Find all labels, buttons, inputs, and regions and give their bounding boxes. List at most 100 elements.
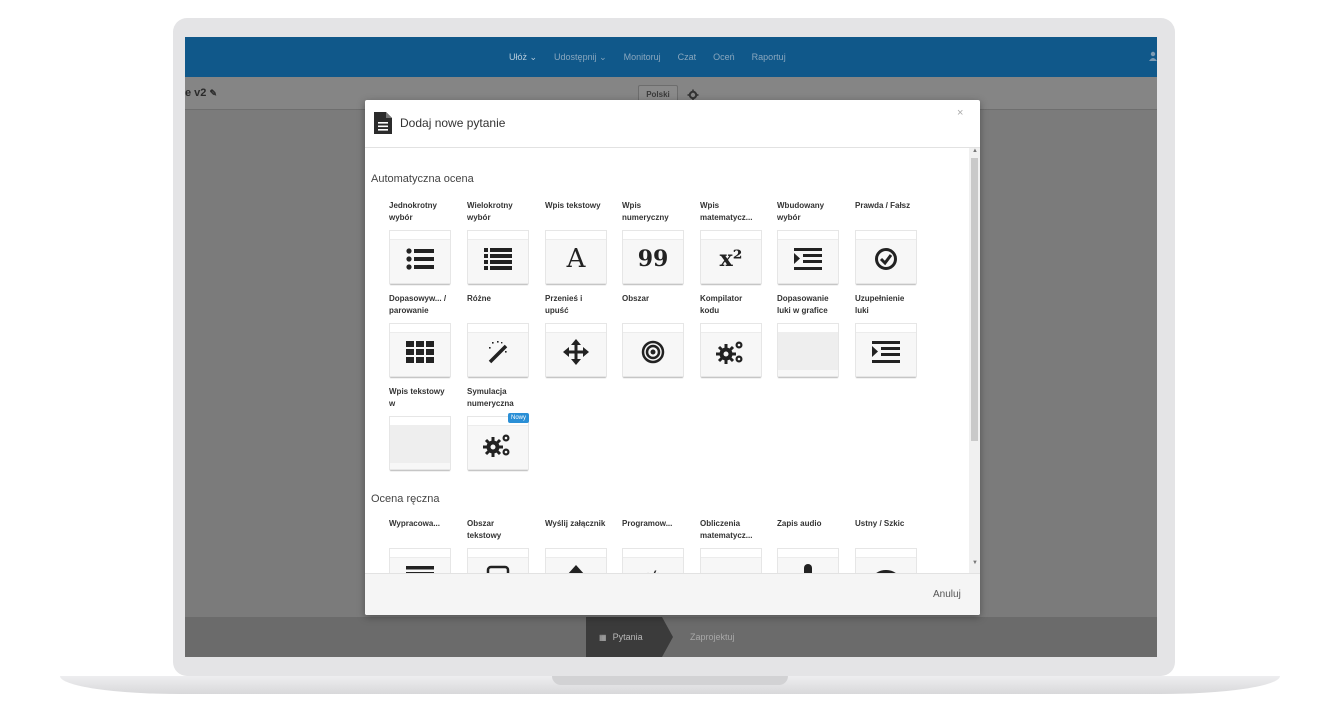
user-icon[interactable] xyxy=(1149,51,1157,61)
step-arrow xyxy=(662,617,673,657)
qtype-matching[interactable]: Dopasowyw... / parowanie xyxy=(389,293,451,377)
qtype-code-compiler[interactable]: Kompilator kodu xyxy=(700,293,762,377)
qtype-label: Programow... xyxy=(622,519,673,528)
qtype-label: Wpis tekstowy xyxy=(545,201,601,210)
nav-item-chat[interactable]: Czat xyxy=(678,52,697,62)
qtype-oral-sketch[interactable]: Ustny / Szkic xyxy=(855,518,917,573)
move-arrows-icon xyxy=(560,337,592,367)
modal-scrollbar[interactable]: ▲ ▼ xyxy=(969,148,980,573)
indent-icon xyxy=(870,337,902,367)
qtype-card[interactable]: Nowy xyxy=(467,413,530,470)
qtype-card[interactable] xyxy=(777,548,839,573)
qtype-single-choice[interactable]: Jednokrotny wybór xyxy=(389,200,451,284)
target-icon xyxy=(637,337,669,367)
qtype-label: Wypracowa... xyxy=(389,519,440,528)
qtype-programming[interactable]: Programow... </> xyxy=(622,518,684,573)
modal-header: Dodaj nowe pytanie × xyxy=(365,100,980,148)
cancel-button[interactable]: Anuluj xyxy=(933,589,961,600)
scroll-thumb[interactable] xyxy=(971,158,978,441)
add-question-modal: Dodaj nowe pytanie × Automatyczna ocena … xyxy=(365,100,980,615)
qtype-label: Obszar xyxy=(622,294,650,303)
qtype-card[interactable] xyxy=(389,230,451,284)
main-nav: Ułóż ⌄ Udostępnij ⌄ Monitoruj Czat Oceń … xyxy=(509,37,786,77)
list-bullets-icon xyxy=(404,244,436,274)
qtype-card[interactable] xyxy=(467,323,529,377)
modal-body: Automatyczna ocena Jednokrotny wybór Wie… xyxy=(365,148,969,573)
grid-icon xyxy=(404,337,436,367)
qtype-multiple-choice[interactable]: Wielokrotny wybór xyxy=(467,200,529,284)
step-design[interactable]: Zaprojektuj xyxy=(690,617,735,657)
modal-title: Dodaj nowe pytanie xyxy=(400,116,506,130)
qtype-label: Kompilator kodu xyxy=(700,294,743,315)
qtype-card[interactable]: </> xyxy=(622,548,684,573)
scroll-down-arrow-icon[interactable]: ▼ xyxy=(972,560,978,566)
new-badge: Nowy xyxy=(508,413,530,423)
qtype-label: Symulacja numeryczna xyxy=(467,387,514,408)
qtype-numeric-simulation[interactable]: Symulacja numeryczna Nowy xyxy=(467,386,530,470)
qtype-card[interactable] xyxy=(855,323,917,377)
qtype-math-entry[interactable]: Wpis matematycz... x² xyxy=(700,200,762,284)
qtype-card[interactable] xyxy=(545,323,607,377)
qtype-card[interactable] xyxy=(855,548,917,573)
step-questions[interactable]: ▦ Pytania xyxy=(586,617,662,657)
qtype-numeric-entry[interactable]: Wpis numeryczny 99 xyxy=(622,200,684,284)
qtype-image-gap-match[interactable]: Dopasowanie luki w grafice xyxy=(777,293,839,377)
magic-wand-icon xyxy=(482,337,514,367)
qtype-text-entry[interactable]: Wpis tekstowy A xyxy=(545,200,607,284)
qtype-card[interactable]: x xyxy=(700,548,762,573)
qtype-label: Wpis tekstowy w xyxy=(389,387,445,408)
x-squared-icon: x² xyxy=(719,246,743,272)
qtype-card[interactable] xyxy=(777,323,839,377)
qtype-true-false[interactable]: Prawda / Fałsz xyxy=(855,200,917,284)
qtype-label: Dopasowanie luki w grafice xyxy=(777,294,829,315)
qtype-gap-fill[interactable]: Uzupełnienie luki xyxy=(855,293,917,377)
qtype-card[interactable] xyxy=(389,416,451,470)
section-manual-title: Ocena ręczna xyxy=(371,493,440,505)
nav-item-compose[interactable]: Ułóż ⌄ xyxy=(509,52,537,63)
qtype-label: Uzupełnienie luki xyxy=(855,294,905,315)
qtype-file-upload[interactable]: Wyślij załącznik xyxy=(545,518,607,573)
qtype-essay[interactable]: Wypracowa... xyxy=(389,518,451,573)
qtype-drag-drop[interactable]: Przenieś i upuść xyxy=(545,293,607,377)
qtype-text-area[interactable]: Obszar tekstowy xyxy=(467,518,529,573)
qtype-label: Obliczenia matematycz... xyxy=(700,519,753,540)
qtype-card[interactable] xyxy=(389,548,451,573)
nav-item-monitor[interactable]: Monitoruj xyxy=(624,52,661,62)
edit-pencil-icon[interactable]: ✎ xyxy=(209,88,217,98)
qtype-label: Dopasowyw... / parowanie xyxy=(389,294,447,315)
qtype-card[interactable] xyxy=(467,548,529,573)
qtype-inline-choice[interactable]: Wbudowany wybór xyxy=(777,200,839,284)
section-auto-title: Automatyczna ocena xyxy=(371,173,474,185)
upload-icon xyxy=(560,562,592,573)
nav-item-report[interactable]: Raportuj xyxy=(752,52,786,62)
laptop-notch xyxy=(552,676,788,685)
qtype-card[interactable] xyxy=(467,230,529,284)
paragraph-icon xyxy=(404,562,436,573)
document-icon xyxy=(374,112,392,134)
qtype-card[interactable] xyxy=(389,323,451,377)
qtype-label: Ustny / Szkic xyxy=(855,519,905,528)
qtype-audio-recording[interactable]: Zapis audio xyxy=(777,518,839,573)
letter-a-icon: A xyxy=(566,244,586,274)
qtype-card[interactable] xyxy=(777,230,839,284)
qtype-text-in-image[interactable]: Wpis tekstowy w xyxy=(389,386,451,470)
qtype-card[interactable] xyxy=(700,323,762,377)
qtype-card[interactable]: 99 xyxy=(622,230,684,284)
qtype-card[interactable]: x² xyxy=(700,230,762,284)
qtype-card[interactable] xyxy=(545,548,607,573)
qtype-hotspot[interactable]: Obszar xyxy=(622,293,684,377)
qtype-card[interactable] xyxy=(622,323,684,377)
qtype-misc[interactable]: Różne xyxy=(467,293,529,377)
scroll-up-arrow-icon[interactable]: ▲ xyxy=(972,148,978,154)
qtype-card[interactable] xyxy=(855,230,917,284)
step-questions-label: Pytania xyxy=(612,632,643,642)
math-icon: x xyxy=(715,562,747,574)
document-title[interactable]: e v2 ✎ xyxy=(185,87,217,99)
qtype-label: Obszar tekstowy xyxy=(467,519,502,540)
nav-item-share[interactable]: Udostępnij ⌄ xyxy=(554,52,607,63)
blank-image-icon xyxy=(390,425,450,463)
close-icon[interactable]: × xyxy=(957,107,963,119)
qtype-card[interactable]: A xyxy=(545,230,607,284)
nav-item-grade[interactable]: Oceń xyxy=(713,52,735,62)
qtype-math-calculation[interactable]: Obliczenia matematycz... x xyxy=(700,518,762,573)
